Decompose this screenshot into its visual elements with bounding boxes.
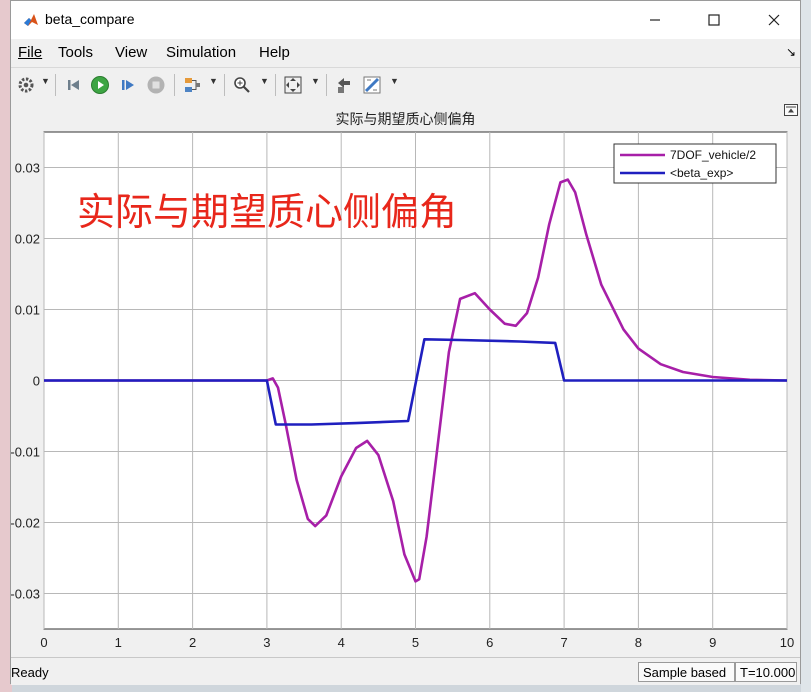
zoom-button[interactable] [231, 73, 253, 97]
status-ready: Ready [11, 665, 49, 680]
step-back-icon [68, 80, 79, 90]
settings-gear-icon [18, 77, 34, 93]
x-tick-label: 3 [263, 635, 270, 650]
sample-mode-indicator: Sample based [638, 662, 735, 682]
status-bar: Ready Sample based T=10.000 [11, 657, 800, 685]
highlight-block-icon [338, 78, 350, 93]
y-tick-label: -0.02 [11, 516, 40, 531]
signal-selector-icon [185, 78, 200, 92]
stop-icon [147, 76, 165, 94]
menu-simulation-label: Simulation [166, 44, 237, 61]
zoom-dropdown-icon[interactable]: ▼ [260, 76, 269, 86]
x-tick-label: 1 [115, 635, 122, 650]
menu-file[interactable]: File [18, 44, 42, 61]
x-tick-label: 8 [635, 635, 642, 650]
legend-label: <beta_exp> [670, 166, 733, 180]
x-tick-label: 10 [780, 635, 794, 650]
menu-help[interactable]: Help [259, 44, 290, 61]
menu-help-label: Help [259, 44, 290, 61]
y-tick-label: -0.01 [11, 445, 40, 460]
menu-view[interactable]: View [115, 44, 147, 61]
x-tick-label: 4 [338, 635, 345, 650]
measure-dropdown-icon[interactable]: ▼ [390, 76, 399, 86]
signal-selector-button[interactable] [181, 73, 203, 97]
legend-label: 7DOF_vehicle/2 [670, 148, 756, 162]
fit-to-view-dropdown-icon[interactable]: ▼ [311, 76, 320, 86]
dock-arrow-icon[interactable]: ↘ [786, 45, 796, 59]
measure-button[interactable] [361, 73, 383, 97]
axes-panel: 实际与期望质心侧偏角 0 1 2 3 4 5 6 7 8 9 10 0.03 0.02 0.01 0 -0.0… [11, 102, 800, 657]
y-tick-label: 0 [33, 374, 40, 389]
y-tick-label: 0.03 [15, 161, 40, 176]
toolbar-separator [326, 74, 327, 96]
maximize-button[interactable] [691, 1, 737, 39]
matlab-logo-icon [24, 14, 38, 26]
menu-view-label: View [115, 44, 148, 61]
fit-to-view-icon [284, 76, 302, 94]
y-tick-label: -0.03 [11, 587, 40, 602]
toolbar-separator [224, 74, 225, 96]
background-right-strip [801, 0, 811, 692]
run-icon [91, 76, 109, 94]
y-tick-label: 0.01 [15, 303, 40, 318]
menu-simulation[interactable]: Simulation [166, 44, 236, 61]
title-bar: beta_compare [11, 1, 800, 39]
menu-tools-label: Tools [58, 44, 94, 61]
step-forward-icon [122, 80, 134, 90]
fit-to-view-button[interactable] [282, 73, 304, 97]
x-tick-label: 0 [40, 635, 47, 650]
close-button[interactable] [751, 1, 797, 39]
x-tick-label: 2 [189, 635, 196, 650]
close-icon [768, 14, 780, 26]
x-tick-label: 5 [412, 635, 419, 650]
window-title: beta_compare [45, 11, 135, 27]
highlight-block-button[interactable] [333, 73, 355, 97]
run-button[interactable] [89, 73, 111, 97]
signal-selector-dropdown-icon[interactable]: ▼ [209, 76, 218, 86]
toolbar: ▼ ▼ ▼ ▼ ▼ [11, 67, 800, 103]
scope-window: beta_compare File Tools View Simulation … [10, 0, 801, 685]
menu-tools[interactable]: Tools [58, 44, 93, 61]
x-tick-label: 7 [560, 635, 567, 650]
simulation-time: T=10.000 [735, 662, 797, 682]
menu-file-label: File [18, 44, 43, 61]
scope-chart: 0 1 2 3 4 5 6 7 8 9 10 0.03 0.02 0.01 0 -0.01 -0.02 -0.03… [11, 131, 794, 650]
menu-bar: File Tools View Simulation Help ↘ [11, 39, 800, 67]
x-tick-label: 6 [486, 635, 493, 650]
stop-button[interactable] [145, 73, 167, 97]
settings-dropdown-icon[interactable]: ▼ [41, 76, 50, 86]
maximize-icon [708, 14, 720, 26]
step-forward-button[interactable] [117, 73, 139, 97]
x-tick-label: 9 [709, 635, 716, 650]
toolbar-separator [275, 74, 276, 96]
step-back-button[interactable] [63, 73, 85, 97]
chart-annotation-text: 实际与期望质心侧偏角 [77, 192, 457, 234]
zoom-icon [234, 77, 250, 93]
minimize-icon [650, 19, 660, 21]
settings-button[interactable] [15, 73, 37, 97]
y-tick-label: 0.02 [15, 232, 40, 247]
toolbar-separator [174, 74, 175, 96]
measure-icon [363, 76, 381, 94]
minimize-button[interactable] [632, 1, 678, 39]
toolbar-separator [55, 74, 56, 96]
